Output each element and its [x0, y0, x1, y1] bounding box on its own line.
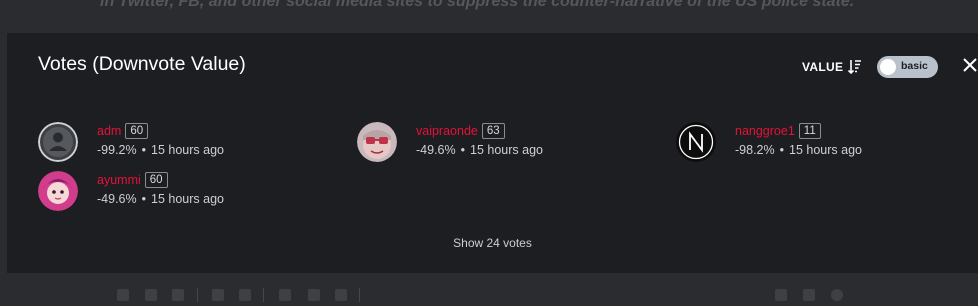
- vote-time[interactable]: 15 hours ago: [151, 192, 224, 206]
- voter-name[interactable]: nanggroe1: [735, 124, 795, 138]
- default-user-avatar[interactable]: [38, 122, 78, 162]
- vote-percent: -99.2%: [97, 143, 137, 157]
- separator-dot: •: [779, 143, 784, 157]
- toggle-knob: [880, 59, 896, 75]
- code-icon[interactable]: [803, 289, 815, 301]
- sort-descending-icon: [848, 59, 862, 75]
- show-all-votes-link[interactable]: Show 24 votes: [7, 236, 978, 250]
- toggle-label: basic: [901, 60, 928, 72]
- character-avatar[interactable]: [38, 171, 78, 211]
- toolbar-divider: [197, 288, 198, 302]
- reputation-badge: 11: [798, 123, 821, 139]
- background-post-text: in Twitter, FB, and other social media s…: [100, 0, 855, 10]
- vote-percent: -49.6%: [97, 192, 137, 206]
- emoji-icon[interactable]: [831, 289, 843, 301]
- voter-name[interactable]: vaipraonde: [416, 124, 478, 138]
- reputation-badge: 63: [481, 123, 505, 139]
- basic-mode-toggle[interactable]: basic: [877, 56, 938, 78]
- voter-name[interactable]: ayummi: [97, 173, 141, 187]
- editor-toolbar: [115, 285, 965, 305]
- preview-icon[interactable]: [775, 289, 787, 301]
- toolbar-divider: [263, 288, 264, 302]
- fullscreen-icon[interactable]: [335, 289, 347, 301]
- sort-by-value-button[interactable]: VALUE: [802, 58, 862, 76]
- vote-time[interactable]: 15 hours ago: [151, 143, 224, 157]
- link-icon[interactable]: [279, 289, 291, 301]
- vote-time[interactable]: 15 hours ago: [789, 143, 862, 157]
- list-icon[interactable]: [239, 289, 251, 301]
- bold-icon[interactable]: [117, 289, 129, 301]
- reputation-badge: 60: [125, 123, 149, 139]
- vote-percent: -98.2%: [735, 143, 775, 157]
- modal-title: Votes (Downvote Value): [38, 53, 246, 75]
- image-icon[interactable]: [308, 289, 320, 301]
- quote-icon[interactable]: [212, 289, 224, 301]
- character-avatar[interactable]: [357, 122, 397, 162]
- voter-name[interactable]: adm: [97, 124, 121, 138]
- separator-dot: •: [141, 192, 146, 206]
- separator-dot: •: [141, 143, 146, 157]
- separator-dot: •: [460, 143, 465, 157]
- toolbar-divider: [359, 288, 360, 302]
- italic-icon[interactable]: [145, 289, 157, 301]
- close-icon[interactable]: [963, 53, 978, 77]
- reputation-badge: 60: [144, 172, 168, 188]
- votes-modal: Votes (Downvote Value) VALUE basic adm 6…: [7, 33, 978, 273]
- vote-time[interactable]: 15 hours ago: [470, 143, 543, 157]
- vote-percent: -49.6%: [416, 143, 456, 157]
- sort-label: VALUE: [802, 60, 844, 74]
- n-logo-avatar[interactable]: [676, 122, 716, 162]
- header-icon[interactable]: [172, 289, 184, 301]
